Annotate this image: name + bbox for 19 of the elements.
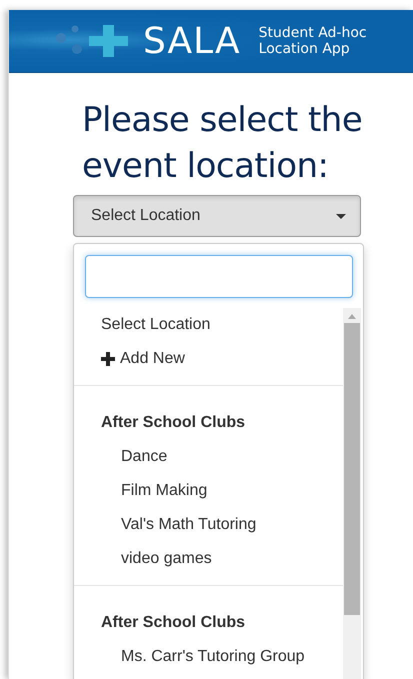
location-option[interactable]: Ms. Carr's Tutoring Group bbox=[74, 640, 305, 674]
location-select[interactable]: Select Location bbox=[73, 195, 361, 237]
scrollbar[interactable] bbox=[343, 308, 361, 679]
group-header: After School Clubs bbox=[100, 613, 246, 633]
app-logo: SALA bbox=[143, 20, 241, 62]
plus-icon bbox=[101, 352, 115, 366]
app-tagline: Student Ad-hoc bbox=[258, 25, 367, 41]
caret-icon bbox=[336, 214, 346, 218]
search-field[interactable] bbox=[85, 255, 353, 298]
location-option[interactable]: Select Location bbox=[74, 308, 210, 342]
location-option[interactable]: Val's Math Tutoring bbox=[74, 508, 256, 542]
location-option[interactable]: Dance bbox=[74, 440, 168, 474]
page-heading: Please select the event location: bbox=[82, 99, 364, 188]
app-tagline: Location App bbox=[258, 41, 351, 57]
location-option[interactable]: Film Making bbox=[74, 474, 208, 508]
scroll-up-icon[interactable] bbox=[348, 314, 356, 319]
add-new-option[interactable]: Add New bbox=[74, 342, 185, 376]
location-option[interactable]: video games bbox=[74, 542, 212, 576]
group-header: After School Clubs bbox=[100, 413, 246, 433]
